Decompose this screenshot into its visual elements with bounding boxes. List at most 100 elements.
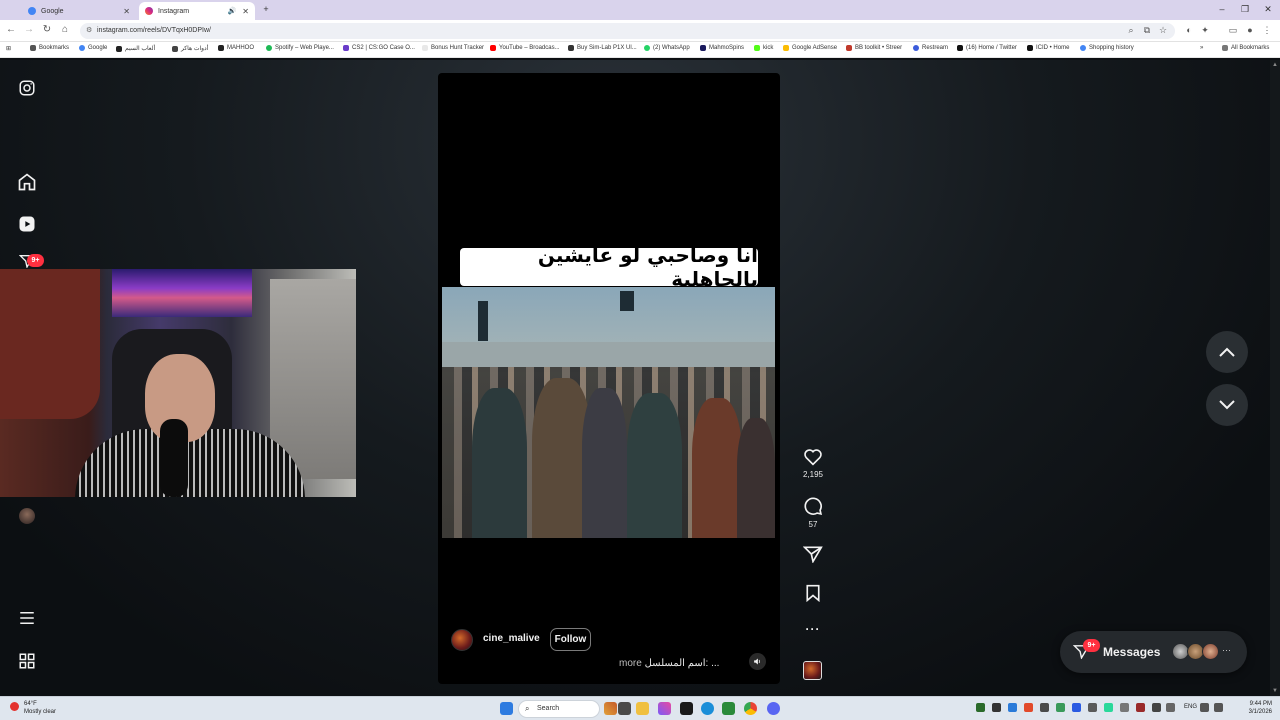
tray-app-icon[interactable] [992, 703, 1001, 712]
bookmark-item[interactable]: Buy Sim-Lab P1X Ul... [568, 45, 637, 51]
menu-icon[interactable] [16, 607, 38, 629]
wifi-icon[interactable] [1200, 703, 1209, 712]
bookmark-item[interactable]: Google [79, 45, 107, 51]
instagram-logo-icon[interactable] [16, 77, 38, 99]
bookmark-item[interactable]: MAHHOO [218, 45, 254, 51]
tab-audio-icon[interactable]: 🔊 [228, 7, 237, 15]
creator-avatar[interactable] [451, 629, 473, 651]
minimize-button[interactable]: – [1212, 4, 1232, 14]
taskbar-search[interactable]: ⌕ Search [518, 700, 600, 718]
audio-thumbnail[interactable] [803, 661, 822, 680]
apps-icon[interactable]: ⊞ [6, 45, 11, 52]
close-tab-icon[interactable]: ✕ [242, 7, 249, 16]
more-apps-icon[interactable] [16, 650, 38, 672]
bookmark-item[interactable]: Google AdSense [783, 45, 837, 51]
weather-widget[interactable]: 64°F Mostly clear [10, 700, 56, 716]
next-reel-button[interactable] [1206, 384, 1248, 426]
tray-app-icon[interactable] [1088, 703, 1097, 712]
site-info-icon[interactable]: ⚙ [86, 23, 92, 39]
profile-avatar-icon[interactable]: ● [1243, 25, 1257, 35]
follow-button[interactable]: Follow [550, 628, 591, 651]
discord-icon[interactable] [767, 702, 780, 715]
tray-app-icon[interactable] [1104, 703, 1113, 712]
bookmark-item[interactable]: kick [754, 45, 773, 51]
edge-icon[interactable] [701, 702, 714, 715]
tab-google[interactable]: Google ✕ [22, 2, 136, 20]
zoom-icon[interactable]: ⌕ [1124, 25, 1138, 36]
close-window-button[interactable]: ✕ [1258, 4, 1278, 15]
bookmark-item[interactable]: (2) WhatsApp [644, 45, 690, 51]
reel-description[interactable]: more اسم المسلسل: ... [619, 658, 719, 669]
creator-username[interactable]: cine_malive [483, 633, 540, 644]
close-tab-icon[interactable]: ✕ [123, 7, 130, 16]
more-options[interactable]: ··· [800, 622, 826, 636]
heart-icon[interactable] [803, 448, 823, 466]
bookmark-item[interactable]: MahmoSpins [700, 45, 744, 51]
tray-app-icon[interactable] [1166, 703, 1175, 712]
home-browser-icon[interactable]: ⌂ [58, 24, 72, 35]
restore-button[interactable]: ❐ [1235, 4, 1255, 15]
profile-avatar[interactable] [16, 505, 38, 527]
volume-icon[interactable] [749, 653, 766, 670]
new-tab-button[interactable]: + [256, 4, 276, 14]
tray-app-icon[interactable] [1136, 703, 1145, 712]
reels-icon[interactable] [16, 213, 38, 235]
puzzle-icon[interactable]: ✦ [1198, 25, 1212, 36]
bookmark-item[interactable]: BB toolkit • Streer [846, 45, 902, 51]
address-bar[interactable]: ⚙ instagram.com/reels/DVTqxH0DPIw/ [80, 23, 1175, 39]
taskbar-clock[interactable]: 9:44 PM 3/1/2026 [1232, 700, 1272, 716]
bookmark-item[interactable]: Restream [913, 45, 948, 51]
install-icon[interactable]: ⧉ [1140, 25, 1154, 36]
extension-icon[interactable]: ◐ [1182, 25, 1196, 35]
bookmark-item[interactable]: YouTube – Broadcas... [490, 45, 560, 51]
reel-video-frame[interactable] [442, 287, 775, 538]
widget-icon[interactable] [604, 702, 617, 715]
bookmark-item[interactable]: Shopping history [1080, 45, 1134, 51]
chrome-menu-icon[interactable]: ⋮ [1260, 25, 1274, 36]
like-action[interactable]: 2,195 [800, 448, 826, 479]
bookmark-item[interactable]: Bonus Hunt Tracker [422, 45, 484, 51]
tray-app-icon[interactable] [1008, 703, 1017, 712]
start-icon[interactable] [500, 702, 513, 715]
bookmark-item[interactable]: (16) Home / Twitter [957, 45, 1017, 51]
comment-icon[interactable] [803, 496, 823, 516]
tray-app-icon[interactable] [976, 703, 985, 712]
page-scrollbar[interactable]: ▲ ▼ [1270, 60, 1280, 696]
tray-app-icon[interactable] [1024, 703, 1033, 712]
comment-action[interactable]: 57 [800, 496, 826, 529]
app-icon[interactable] [680, 702, 693, 715]
bookmark-icon[interactable] [805, 584, 821, 602]
sidebar-icon[interactable]: ▭ [1226, 25, 1240, 36]
scroll-down-icon[interactable]: ▼ [1272, 688, 1278, 694]
tray-app-icon[interactable] [1152, 703, 1161, 712]
previous-reel-button[interactable] [1206, 331, 1248, 373]
bookmark-item[interactable]: ألعاب السيم [116, 45, 155, 52]
home-icon[interactable] [16, 171, 38, 193]
tab-instagram[interactable]: Instagram 🔊 ✕ [139, 2, 255, 20]
bookmark-item[interactable]: Spotify – Web Playe... [266, 45, 334, 51]
all-bookmarks[interactable]: All Bookmarks [1222, 45, 1269, 51]
share-icon[interactable] [803, 545, 823, 563]
reload-icon[interactable]: ↻ [40, 24, 54, 35]
tray-app-icon[interactable] [1056, 703, 1065, 712]
task-view-icon[interactable] [618, 702, 631, 715]
more-options-icon[interactable]: ··· [806, 622, 821, 636]
tray-app-icon[interactable] [1040, 703, 1049, 712]
forward-icon[interactable]: → [22, 24, 36, 35]
more-link[interactable]: more [619, 658, 642, 669]
bluetooth-icon[interactable] [1072, 703, 1081, 712]
app-icon[interactable] [722, 702, 735, 715]
chevron-right-icon[interactable]: » [1200, 45, 1203, 51]
file-explorer-icon[interactable] [636, 702, 649, 715]
tray-app-icon[interactable] [1120, 703, 1129, 712]
messages-pill[interactable]: 9+ Messages ··· [1060, 631, 1247, 673]
copilot-icon[interactable] [658, 702, 671, 715]
bookmark-item[interactable]: أدوات هاكر [172, 45, 208, 52]
scroll-up-icon[interactable]: ▲ [1272, 62, 1278, 68]
save-action[interactable] [800, 584, 826, 602]
back-icon[interactable]: ← [4, 24, 18, 35]
bookmark-item[interactable]: CS2 | CS:GO Case O... [343, 45, 415, 51]
bookmark-item[interactable]: Bookmarks [30, 45, 69, 51]
chrome-icon[interactable] [744, 702, 757, 715]
share-action[interactable] [800, 545, 826, 563]
